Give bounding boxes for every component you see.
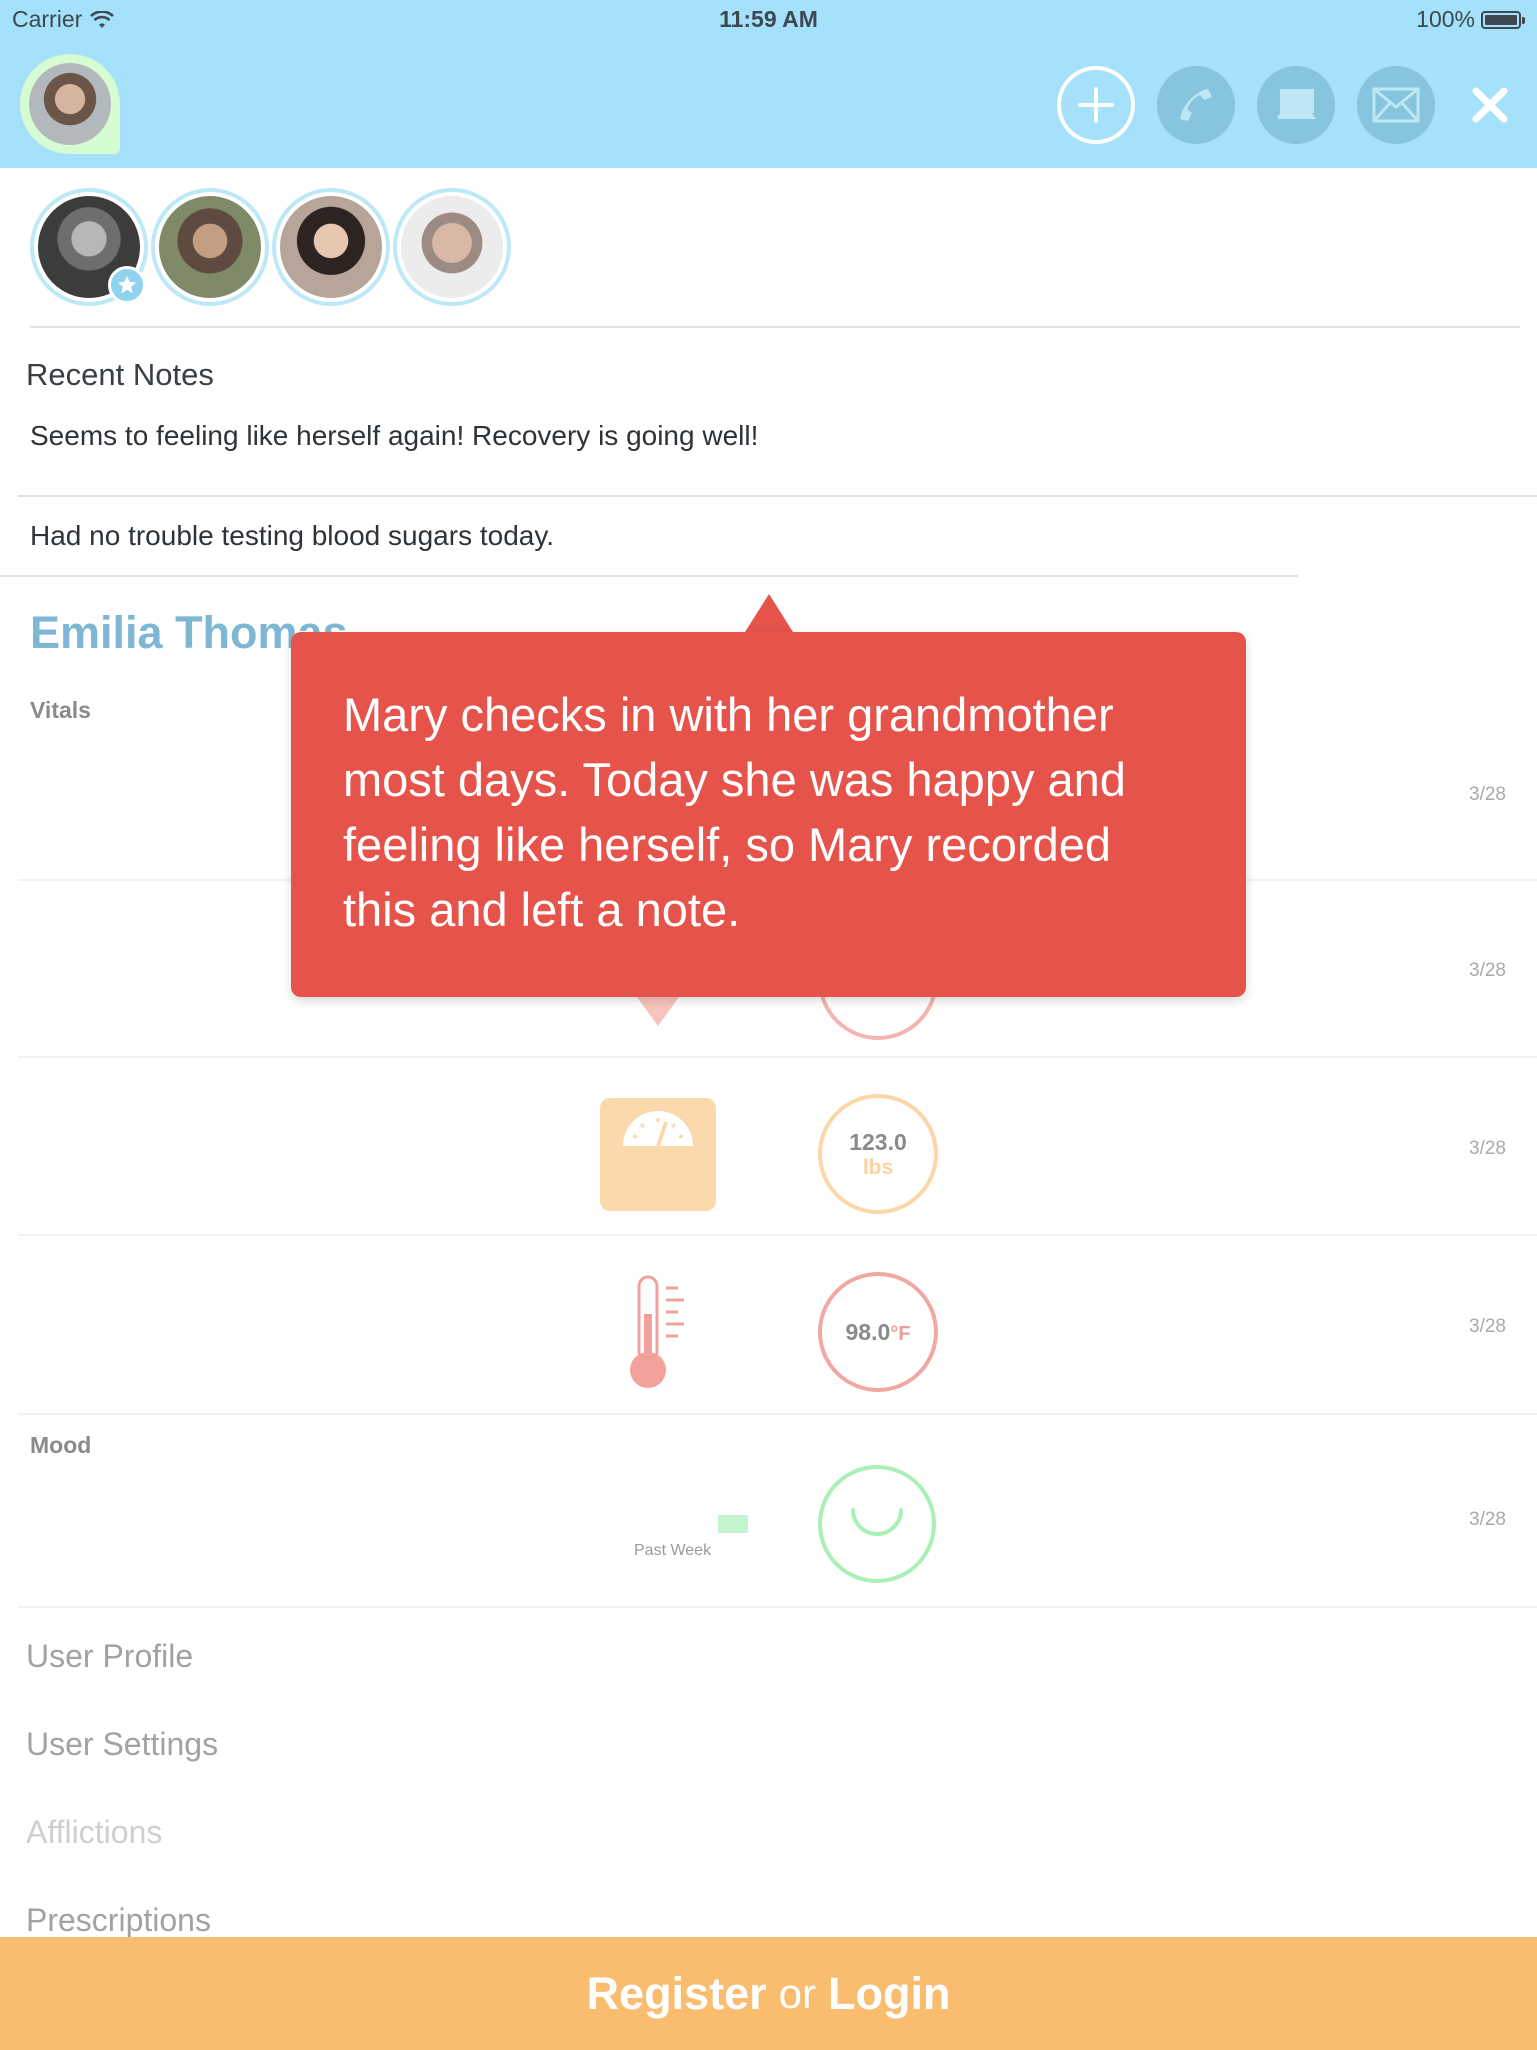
current-user-photo — [29, 63, 111, 145]
patient-details: Emilia Thomas Vitals 3/28 3/28 123.0 lbs… — [0, 0, 1537, 2050]
divider — [18, 1234, 1537, 1236]
smile-icon — [851, 1508, 903, 1536]
register-login-bar: Register or Login — [0, 1937, 1537, 2050]
vital-date: 3/28 — [1469, 1316, 1506, 1337]
status-time: 11:59 AM — [719, 6, 818, 32]
divider — [18, 1413, 1537, 1415]
close-icon — [1472, 87, 1508, 123]
mood-date: 3/28 — [1469, 1509, 1506, 1530]
divider — [18, 1056, 1537, 1058]
close-button[interactable] — [1450, 66, 1530, 144]
vitals-label: Vitals — [30, 697, 91, 723]
tooltip-arrow — [745, 594, 793, 632]
contact-photo — [159, 196, 261, 298]
vital-date: 3/28 — [1469, 1138, 1506, 1159]
onboarding-tooltip[interactable]: Mary checks in with her grandmother most… — [291, 632, 1246, 997]
menu-user-profile[interactable]: User Profile — [26, 1638, 193, 1675]
mood-face-circle[interactable] — [818, 1465, 936, 1583]
login-link[interactable]: Login — [828, 1968, 950, 2020]
contact-avatar[interactable] — [272, 188, 390, 306]
call-button[interactable] — [1157, 66, 1235, 144]
past-week-caption: Past Week — [634, 1542, 712, 1559]
note-item[interactable]: Had no trouble testing blood sugars toda… — [30, 520, 554, 552]
video-chat-button[interactable] — [1257, 66, 1335, 144]
phone-icon — [1180, 89, 1212, 121]
menu-prescriptions[interactable]: Prescriptions — [26, 1902, 211, 1939]
star-icon — [108, 266, 146, 304]
contact-avatar[interactable] — [151, 188, 269, 306]
divider — [0, 575, 1298, 577]
envelope-icon — [1372, 87, 1420, 123]
current-user-avatar[interactable] — [20, 54, 120, 154]
weight-scale-icon — [600, 1098, 716, 1211]
vital-date: 3/28 — [1469, 960, 1506, 981]
mood-label: Mood — [30, 1432, 92, 1458]
mail-button[interactable] — [1357, 66, 1435, 144]
mood-chart-bar — [718, 1515, 748, 1533]
contact-photo — [401, 196, 503, 298]
weight-unit: lbs — [862, 1155, 894, 1179]
battery-percent: 100% — [1416, 6, 1475, 32]
divider — [18, 1606, 1537, 1608]
battery-icon — [1481, 10, 1525, 29]
weight-value: 123.0 — [849, 1128, 907, 1155]
menu-afflictions[interactable]: Afflictions — [26, 1814, 162, 1851]
contact-photo — [280, 196, 382, 298]
contact-avatar[interactable] — [393, 188, 511, 306]
add-button[interactable] — [1057, 66, 1135, 144]
status-battery: 100% — [1416, 6, 1525, 33]
care-team-avatars — [30, 188, 511, 306]
vital-date: 3/28 — [1469, 784, 1506, 805]
temperature-value: 98.0 — [845, 1318, 891, 1345]
or-label: or — [778, 1969, 816, 2017]
tooltip-text: Mary checks in with her grandmother most… — [343, 688, 1126, 936]
menu-user-settings[interactable]: User Settings — [26, 1726, 218, 1763]
app-header: Carrier 11:59 AM 100% — [0, 0, 1537, 168]
temperature-value-circle[interactable]: 98.0°F — [818, 1272, 938, 1392]
register-link[interactable]: Register — [587, 1968, 767, 2020]
weight-value-circle[interactable]: 123.0 lbs — [818, 1094, 938, 1214]
temperature-unit: °F — [890, 1322, 911, 1345]
note-item[interactable]: Seems to feeling like herself again! Rec… — [30, 420, 758, 452]
plus-icon — [1078, 87, 1114, 123]
video-chat-icon — [1278, 89, 1316, 119]
recent-notes-title: Recent Notes — [26, 357, 214, 392]
thermometer-icon — [630, 1275, 684, 1388]
divider — [18, 495, 1537, 497]
divider — [30, 326, 1520, 328]
contact-avatar[interactable] — [30, 188, 148, 306]
